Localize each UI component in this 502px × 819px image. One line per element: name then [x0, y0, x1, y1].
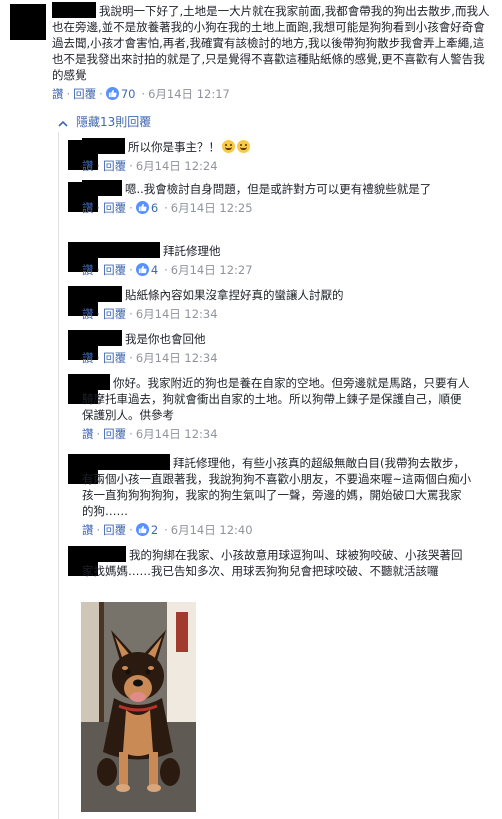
reply-body: 拜託修理他 讚 · 回覆 · 4 · 6月14日 12:27: [82, 242, 472, 278]
grinning-face-icon: [237, 140, 250, 153]
comment-text: 我說明一下好了,土地是一大片就在我家前面,我都會帶我的狗出去散步,而我人也在旁邊…: [52, 2, 494, 83]
like-icon: [135, 201, 149, 214]
reply-text: 貼紙條內容如果沒拿捏好真的蠻讓人討厭的: [82, 286, 472, 303]
reply-text: 我的狗綁在我家、小孩故意用球逗狗叫、球被狗咬破、小孩哭著回家找媽媽……我已告知多…: [82, 546, 472, 579]
avatar[interactable]: [10, 4, 46, 40]
reply-text: 嗯..我會檢討自身問題，但是或許對方可以更有禮貌些就是了: [82, 180, 472, 197]
grinning-face-icon: [222, 140, 235, 153]
like-count[interactable]: 6: [151, 201, 158, 215]
hide-replies-label[interactable]: 隱藏13則回覆: [76, 115, 151, 129]
like-count[interactable]: 4: [151, 263, 158, 277]
timestamp[interactable]: 6月14日 12:17: [148, 87, 230, 101]
like-button[interactable]: 讚: [82, 159, 94, 173]
reply-message: 我的狗綁在我家、小孩故意用球逗狗叫、球被狗咬破、小孩哭著回家找媽媽……我已告知多…: [82, 548, 463, 578]
like-button[interactable]: 讚: [82, 427, 94, 441]
reply-button[interactable]: 回覆: [103, 263, 126, 277]
redacted-username[interactable]: [82, 454, 170, 470]
reply-text: 我是你也會回他: [82, 330, 472, 347]
reply-message: 我是你也會回他: [125, 332, 206, 346]
comment-actions: 讚 · 回覆 · 70 · 6月14日 12:17: [52, 87, 230, 101]
timestamp[interactable]: 6月14日 12:25: [171, 201, 253, 215]
redacted-username[interactable]: [82, 286, 122, 302]
reply-button[interactable]: 回覆: [103, 351, 126, 365]
redacted-username[interactable]: [82, 330, 122, 346]
dog-photo[interactable]: [81, 602, 196, 812]
reply-actions: 讚 · 回覆 · 6月14日 12:24: [82, 159, 218, 173]
reply-body: 所以你是事主？！ 讚 · 回覆 · 6月14日 12:24: [82, 138, 472, 174]
like-count[interactable]: 70: [121, 87, 136, 101]
reply-button[interactable]: 回覆: [103, 201, 126, 215]
main-comment: 我說明一下好了,土地是一大片就在我家前面,我都會帶我的狗出去散步,而我人也在旁邊…: [0, 0, 502, 112]
hide-replies-toggle[interactable]: 隱藏13則回覆: [58, 114, 151, 131]
reply-text: 拜託修理他: [82, 242, 472, 259]
redacted-username[interactable]: [82, 242, 160, 258]
reply-body: 我是你也會回他 讚 · 回覆 · 6月14日 12:34: [82, 330, 472, 366]
reply-message: 貼紙條內容如果沒拿捏好真的蠻讓人討厭的: [125, 288, 344, 302]
timestamp[interactable]: 6月14日 12:34: [136, 307, 218, 321]
timestamp[interactable]: 6月14日 12:27: [171, 263, 253, 277]
reply-button[interactable]: 回覆: [103, 159, 126, 173]
timestamp[interactable]: 6月14日 12:34: [136, 427, 218, 441]
reply-text: 所以你是事主？！: [82, 138, 472, 155]
reply-button[interactable]: 回覆: [103, 427, 126, 441]
reply-body: 嗯..我會檢討自身問題，但是或許對方可以更有禮貌些就是了 讚 · 回覆 · 6 · 6月14…: [82, 180, 472, 216]
reply-button[interactable]: 回覆: [73, 87, 96, 101]
reply-button[interactable]: 回覆: [103, 523, 126, 537]
like-icon: [105, 87, 119, 100]
like-button[interactable]: 讚: [52, 87, 64, 101]
like-icon: [135, 263, 149, 276]
reply-message: 拜託修理他: [163, 244, 221, 258]
like-button[interactable]: 讚: [82, 351, 94, 365]
reply-body: 你好。我家附近的狗也是養在自家的空地。但旁邊就是馬路，只要有人騎摩托車過去，狗就…: [82, 374, 472, 442]
reply-message: 嗯..我會檢討自身問題，但是或許對方可以更有禮貌些就是了: [125, 182, 432, 196]
reply-text: 你好。我家附近的狗也是養在自家的空地。但旁邊就是馬路，只要有人騎摩托車過去，狗就…: [82, 374, 472, 423]
reply-actions: 讚 · 回覆 · 4 · 6月14日 12:27: [82, 263, 253, 277]
like-count[interactable]: 2: [151, 523, 158, 537]
dog-photo-illustration: [81, 602, 196, 812]
redacted-username[interactable]: [82, 138, 125, 154]
reply-actions: 讚 · 回覆 · 2 · 6月14日 12:40: [82, 523, 253, 537]
like-button[interactable]: 讚: [82, 307, 94, 321]
redacted-username[interactable]: [52, 2, 96, 18]
reply-actions: 讚 · 回覆 · 6月14日 12:34: [82, 307, 218, 321]
comment-message: 我說明一下好了,土地是一大片就在我家前面,我都會帶我的狗出去散步,而我人也在旁邊…: [52, 4, 490, 82]
reply-body: 貼紙條內容如果沒拿捏好真的蠻讓人討厭的 讚 · 回覆 · 6月14日 12:34: [82, 286, 472, 322]
chevron-up-icon: [58, 115, 68, 131]
reply-message: 你好。我家附近的狗也是養在自家的空地。但旁邊就是馬路，只要有人騎摩托車過去，狗就…: [82, 376, 470, 422]
main-comment-body: 我說明一下好了,土地是一大片就在我家前面,我都會帶我的狗出去散步,而我人也在旁邊…: [52, 2, 494, 102]
reply-text: 拜託修理他，有些小孩真的超級無敵白目(我帶狗去散步，有兩個小孩一直跟著我，我說狗…: [82, 454, 472, 519]
redacted-username[interactable]: [82, 546, 126, 562]
reply-body: 我的狗綁在我家、小孩故意用球逗狗叫、球被狗咬破、小孩哭著回家找媽媽……我已告知多…: [82, 546, 472, 579]
like-icon: [135, 523, 149, 536]
like-button[interactable]: 讚: [82, 263, 94, 277]
reply-actions: 讚 · 回覆 · 6 · 6月14日 12:25: [82, 201, 253, 215]
redacted-username[interactable]: [82, 374, 110, 390]
reply-message: 所以你是事主？！: [128, 140, 220, 154]
like-button[interactable]: 讚: [82, 201, 94, 215]
reply-actions: 讚 · 回覆 · 6月14日 12:34: [82, 351, 218, 365]
timestamp[interactable]: 6月14日 12:40: [171, 523, 253, 537]
timestamp[interactable]: 6月14日 12:24: [136, 159, 218, 173]
redacted-username[interactable]: [82, 180, 122, 196]
reply-body: 拜託修理他，有些小孩真的超級無敵白目(我帶狗去散步，有兩個小孩一直跟著我，我說狗…: [82, 454, 472, 538]
like-button[interactable]: 讚: [82, 523, 94, 537]
reply-button[interactable]: 回覆: [103, 307, 126, 321]
reply-actions: 讚 · 回覆 · 6月14日 12:34: [82, 427, 218, 441]
comment-thread: 我說明一下好了,土地是一大片就在我家前面,我都會帶我的狗出去散步,而我人也在旁邊…: [0, 0, 502, 819]
timestamp[interactable]: 6月14日 12:34: [136, 351, 218, 365]
